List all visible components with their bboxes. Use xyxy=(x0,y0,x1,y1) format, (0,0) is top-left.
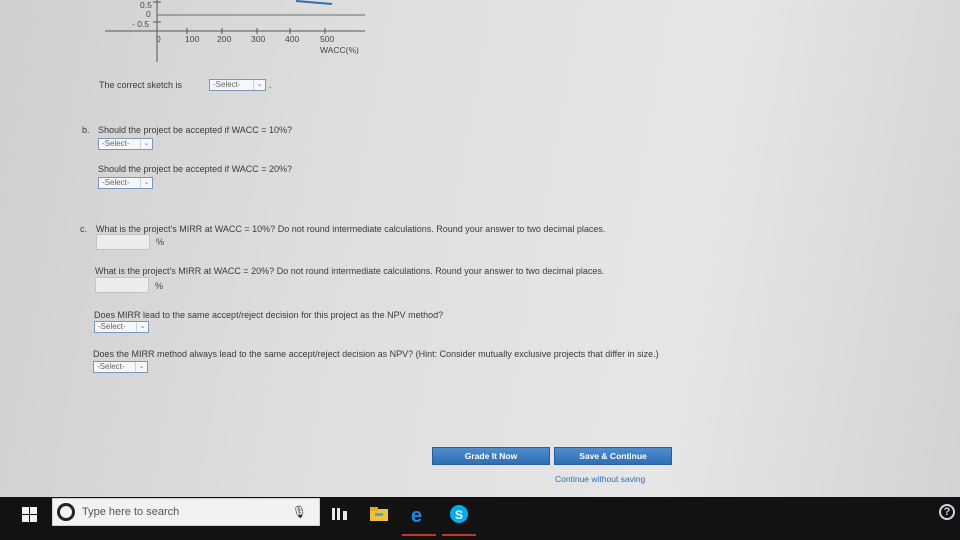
percent-unit: % xyxy=(155,281,164,291)
mirr-10-question: What is the project's MIRR at WACC = 10%… xyxy=(96,224,606,234)
assignment-page: 0.5 0 - 0.5 0 100 200 300 400 500 WACC(%… xyxy=(0,0,960,497)
select-value: -Select- xyxy=(102,178,130,187)
active-app-indicator xyxy=(442,534,476,536)
accept-10-question: Should the project be accepted if WACC =… xyxy=(98,125,293,135)
y-tick-label: 0 xyxy=(146,9,151,19)
mirr-same-decision-select[interactable]: -Select- ⌄ xyxy=(94,321,149,333)
chevron-down-icon: ⌄ xyxy=(253,80,265,90)
x-tick-label: 200 xyxy=(217,34,232,44)
help-icon[interactable]: ? xyxy=(939,504,955,520)
select-value: -Select- xyxy=(213,80,241,89)
mirr-always-question: Does the MIRR method always lead to the … xyxy=(93,349,659,359)
mirr-20-question: What is the project's MIRR at WACC = 20%… xyxy=(95,266,605,276)
percent-unit: % xyxy=(156,237,165,247)
mirr-10-input[interactable] xyxy=(96,234,150,250)
x-axis-label: WACC(%) xyxy=(320,45,359,55)
select-value: -Select- xyxy=(98,322,126,331)
chevron-down-icon: ⌄ xyxy=(140,178,152,188)
chevron-down-icon: ⌄ xyxy=(136,322,148,332)
cortana-icon xyxy=(57,503,75,521)
select-value: -Select- xyxy=(102,139,130,148)
skype-icon[interactable]: S xyxy=(448,503,470,525)
task-view-icon[interactable] xyxy=(329,503,351,525)
part-c-marker: c. xyxy=(80,224,88,234)
select-value: -Select- xyxy=(97,362,125,371)
mirr-always-select[interactable]: -Select- ⌄ xyxy=(93,361,148,373)
svg-text:S: S xyxy=(455,508,463,522)
part-b-marker: b. xyxy=(82,125,90,135)
chevron-down-icon: ⌄ xyxy=(140,139,152,149)
accept-20-question: Should the project be accepted if WACC =… xyxy=(98,164,293,174)
edge-browser-icon[interactable]: e xyxy=(408,503,430,527)
grade-it-now-button[interactable]: Grade It Now xyxy=(432,447,550,465)
x-tick-label: 100 xyxy=(185,34,200,44)
search-placeholder: Type here to search xyxy=(82,506,180,518)
active-app-indicator xyxy=(402,534,436,536)
accept-20-select[interactable]: -Select- ⌄ xyxy=(98,177,153,189)
x-tick-label: 300 xyxy=(251,34,266,44)
mirr-same-decision-question: Does MIRR lead to the same accept/reject… xyxy=(94,310,444,320)
taskbar-search-box[interactable]: Type here to search 🎙 xyxy=(52,498,320,526)
windows-start-icon[interactable] xyxy=(22,507,38,523)
sketch-select[interactable]: -Select- ⌄ xyxy=(209,79,266,91)
mirr-20-input[interactable] xyxy=(95,277,149,293)
npv-profile-graph: 0.5 0 - 0.5 0 100 200 300 400 500 WACC(%… xyxy=(100,0,380,62)
accept-10-select[interactable]: -Select- ⌄ xyxy=(98,138,153,150)
x-tick-label: 500 xyxy=(320,34,335,44)
save-and-continue-button[interactable]: Save & Continue xyxy=(554,447,672,465)
sketch-prompt: The correct sketch is xyxy=(99,80,183,90)
sketch-period: . xyxy=(269,80,272,90)
svg-text:e: e xyxy=(411,505,422,525)
microphone-icon[interactable]: 🎙 xyxy=(292,505,307,519)
x-tick-label: 400 xyxy=(285,34,300,44)
windows-taskbar: Type here to search 🎙 e S ? xyxy=(0,497,960,540)
x-tick-label: 0 xyxy=(156,34,161,44)
file-explorer-icon[interactable] xyxy=(368,503,390,525)
continue-without-saving-link[interactable]: Continue without saving xyxy=(555,474,645,484)
y-tick-label: - 0.5 xyxy=(132,19,150,29)
chevron-down-icon: ⌄ xyxy=(135,362,147,372)
